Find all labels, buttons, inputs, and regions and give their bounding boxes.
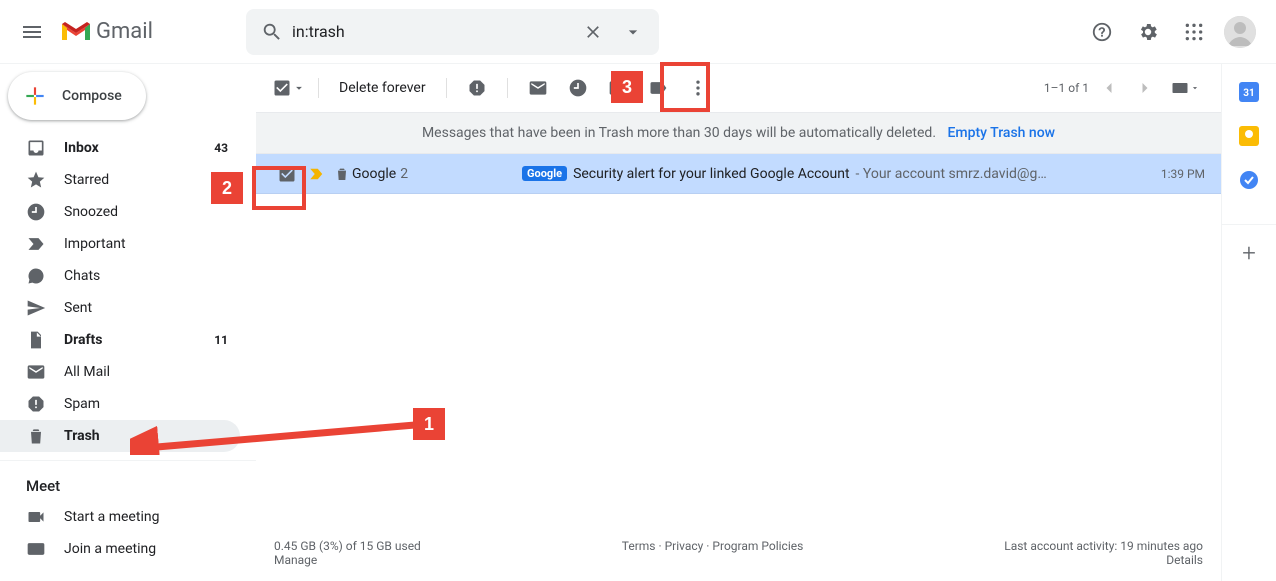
- mark-unread-icon[interactable]: [518, 68, 558, 108]
- more-icon[interactable]: [678, 68, 718, 108]
- select-all-checkbox[interactable]: [272, 78, 308, 98]
- sidebar-item-inbox[interactable]: Inbox43: [0, 132, 240, 164]
- subject-text: Security alert for your linked Google Ac…: [573, 166, 849, 182]
- gmail-wordmark: Gmail: [96, 19, 153, 44]
- sidebar-item-chats[interactable]: Chats: [0, 260, 240, 292]
- cam-icon: [26, 507, 46, 527]
- details-link[interactable]: Details: [1166, 553, 1203, 567]
- gmail-logo[interactable]: Gmail: [56, 19, 236, 44]
- sidebar: Compose Inbox43StarredSnoozedImportantCh…: [0, 64, 256, 581]
- search-bar: [246, 9, 659, 55]
- settings-gear-icon[interactable]: [1128, 12, 1168, 52]
- move-to-icon[interactable]: [598, 68, 638, 108]
- sidebar-item-starred[interactable]: Starred: [0, 164, 240, 196]
- sidebar-item-drafts[interactable]: Drafts11: [0, 324, 240, 356]
- app-header: Gmail: [0, 0, 1276, 64]
- manage-storage-link[interactable]: Manage: [274, 553, 317, 567]
- sidebar-item-snoozed[interactable]: Snoozed: [0, 196, 240, 228]
- last-activity-text: Last account activity: 19 minutes ago: [1004, 539, 1203, 553]
- google-apps-icon[interactable]: [1174, 12, 1214, 52]
- empty-trash-link[interactable]: Empty Trash now: [948, 125, 1056, 141]
- account-avatar[interactable]: [1224, 16, 1256, 48]
- snooze-icon[interactable]: [558, 68, 598, 108]
- search-options-dropdown-icon[interactable]: [613, 22, 653, 42]
- footer-center-links[interactable]: Terms · Privacy · Program Policies: [622, 539, 804, 567]
- draft-icon: [26, 330, 46, 350]
- pagination-range: 1–1 of 1: [1044, 81, 1089, 95]
- header-right-icons: [1082, 12, 1268, 52]
- prev-page-icon[interactable]: [1093, 72, 1125, 104]
- sidebar-item-important[interactable]: Important: [0, 228, 240, 260]
- sidebar-item-sent[interactable]: Sent: [0, 292, 240, 324]
- sidebar-item-spam[interactable]: Spam: [0, 388, 240, 420]
- tasks-addon-icon[interactable]: [1239, 170, 1259, 190]
- banner-text: Messages that have been in Trash more th…: [422, 125, 936, 141]
- star-icon: [26, 170, 46, 190]
- sender-name: Google: [352, 166, 396, 182]
- get-addons-icon[interactable]: +: [1222, 224, 1276, 267]
- preview-text: - Your account smrz.david@g…: [856, 166, 1047, 182]
- row-checkbox[interactable]: [272, 164, 302, 184]
- timestamp: 1:39 PM: [1135, 167, 1205, 181]
- chat-icon: [26, 266, 46, 286]
- email-row[interactable]: Google 2GoogleSecurity alert for your li…: [256, 154, 1221, 194]
- clock-icon: [26, 202, 46, 222]
- footer: 0.45 GB (3%) of 15 GB used Manage Terms …: [256, 525, 1221, 581]
- compose-label: Compose: [62, 88, 122, 104]
- trash-indicator-icon: [332, 166, 352, 182]
- keyb-icon: [26, 539, 46, 559]
- report-spam-icon[interactable]: [457, 68, 497, 108]
- thread-count: 2: [400, 166, 408, 182]
- meet-start-a-meeting[interactable]: Start a meeting: [0, 501, 240, 533]
- important-icon: [26, 234, 46, 254]
- clear-search-icon[interactable]: [573, 22, 613, 42]
- plus-icon: [22, 83, 48, 109]
- input-tools-icon[interactable]: [1165, 68, 1205, 108]
- search-input[interactable]: [292, 22, 573, 41]
- sidebar-item-all-mail[interactable]: All Mail: [0, 356, 240, 388]
- main-menu-button[interactable]: [8, 8, 56, 56]
- main-panel: Delete forever 1–1 of 1: [256, 64, 1222, 581]
- inbox-icon: [26, 138, 46, 158]
- category-chip: Google: [522, 166, 567, 181]
- search-icon[interactable]: [252, 21, 292, 43]
- spam-icon: [26, 394, 46, 414]
- toolbar: Delete forever 1–1 of 1: [256, 64, 1221, 112]
- labels-icon[interactable]: [638, 68, 678, 108]
- trash-icon: [26, 426, 46, 446]
- gmail-m-icon: [60, 20, 92, 44]
- send-icon: [26, 298, 46, 318]
- side-panel: 31 +: [1222, 64, 1276, 581]
- compose-button[interactable]: Compose: [8, 72, 146, 120]
- sidebar-item-trash[interactable]: Trash: [0, 420, 240, 452]
- svg-text:31: 31: [1243, 88, 1254, 99]
- next-page-icon[interactable]: [1129, 72, 1161, 104]
- keep-addon-icon[interactable]: [1239, 126, 1259, 146]
- calendar-addon-icon[interactable]: 31: [1239, 82, 1259, 102]
- support-icon[interactable]: [1082, 12, 1122, 52]
- delete-forever-button[interactable]: Delete forever: [329, 80, 436, 96]
- meet-heading: Meet: [0, 460, 256, 501]
- allmail-icon: [26, 362, 46, 382]
- trash-banner: Messages that have been in Trash more th…: [256, 112, 1221, 154]
- important-marker-icon[interactable]: [302, 165, 332, 183]
- meet-join-a-meeting[interactable]: Join a meeting: [0, 533, 240, 565]
- storage-text: 0.45 GB (3%) of 15 GB used: [274, 539, 421, 553]
